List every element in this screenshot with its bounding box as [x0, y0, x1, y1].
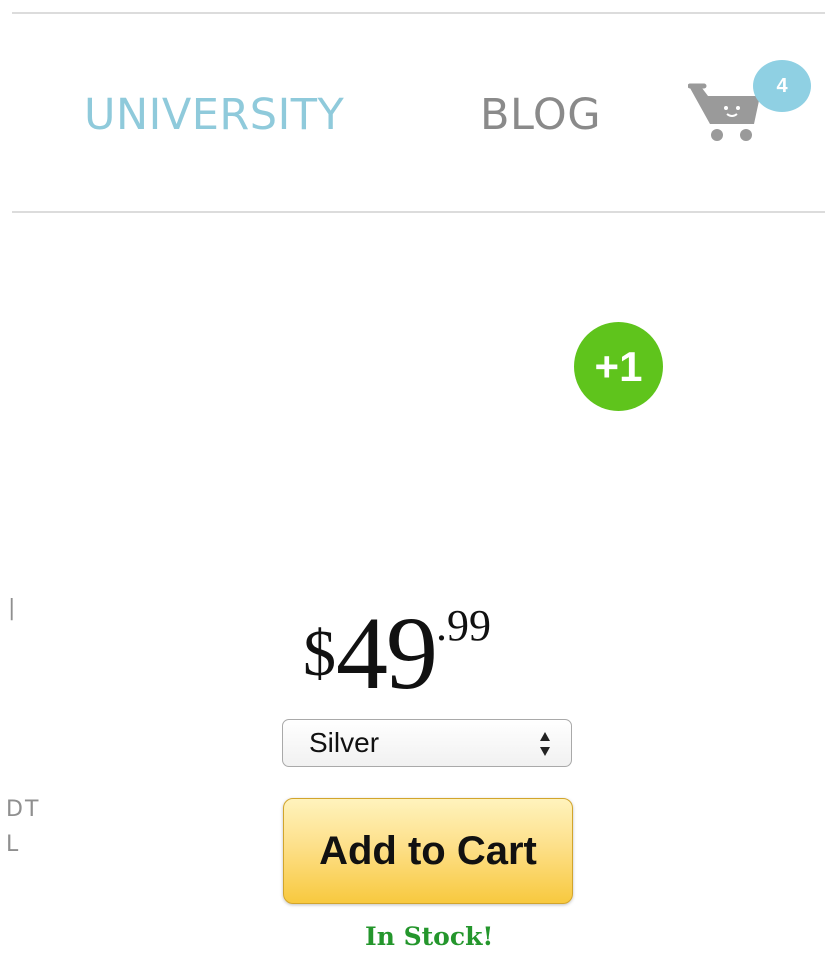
plus-one-button[interactable]: +1	[574, 322, 663, 411]
cart-button[interactable]: 4	[688, 60, 818, 155]
stock-status: In Stock!	[365, 922, 494, 951]
left-edge-mark: |	[8, 596, 18, 621]
price-whole: 49	[336, 596, 438, 711]
product-price: $49.99	[303, 594, 491, 713]
add-to-cart-button[interactable]: Add to Cart	[283, 798, 573, 904]
left-cut-text-2: L	[6, 832, 21, 857]
header-top-divider	[12, 12, 825, 14]
left-cut-text-1: DT	[6, 797, 41, 822]
cart-count-badge: 4	[753, 60, 811, 112]
nav-link-university[interactable]: UNIVERSITY	[84, 89, 344, 141]
color-select[interactable]: Silver	[282, 719, 572, 767]
price-currency: $	[303, 617, 336, 690]
price-cents: .99	[436, 601, 491, 650]
color-select-value: Silver	[309, 727, 380, 758]
nav-link-blog[interactable]: BLOG	[480, 89, 601, 141]
select-arrows-icon	[540, 732, 550, 756]
header-bottom-divider	[12, 211, 825, 213]
